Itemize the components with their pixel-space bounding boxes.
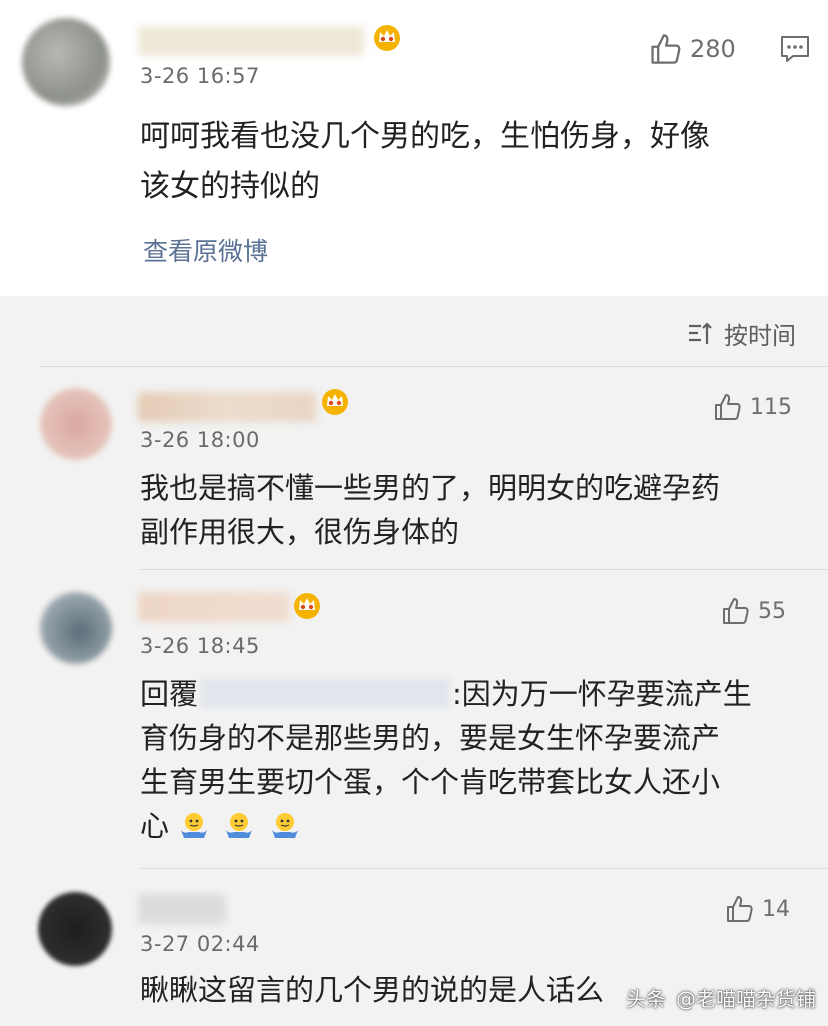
username-blurred[interactable] (138, 592, 290, 622)
thumbs-up-icon (723, 598, 749, 624)
username-blurred[interactable] (138, 392, 316, 422)
like-count: 55 (758, 598, 786, 624)
like-count: 280 (690, 35, 736, 63)
reply-text: 回覆 :因为万一怀孕要流产生 育伤身的不是那些男的，要是女生怀孕要流产 生育男生要… (140, 672, 752, 848)
username-blurred[interactable] (138, 26, 364, 56)
reply-line: 瞅瞅这留言的几个男的说的是人话么 (140, 973, 605, 1007)
sort-icon (689, 321, 712, 344)
comment-time: 3-26 16:57 (140, 64, 260, 88)
reply-last-line: 心 (140, 809, 170, 843)
comment-bubble-icon[interactable] (779, 33, 811, 65)
reply-line: 回覆 :因为万一怀孕要流产生 (140, 672, 752, 716)
reply-line: 我也是搞不懂一些男的了，明明女的吃避孕药 (140, 471, 721, 505)
reply-line: 育伤身的不是那些男的，要是女生怀孕要流产 (140, 721, 721, 755)
crown-badge-icon (294, 593, 320, 619)
watermark-prefix: 头条 (626, 987, 666, 1011)
thumbs-up-icon (727, 896, 753, 922)
like-button[interactable]: 115 (712, 392, 792, 422)
replies-section: 按时间 3-26 18:00 115 我也是搞不懂一些男的了，明明女的吃避孕药 … (0, 296, 828, 1026)
reply-text: 瞅瞅这留言的几个男的说的是人话么 (140, 968, 604, 1012)
username-blurred[interactable] (138, 894, 226, 924)
original-comment: 3-26 16:57 280 呵呵我看也没几个男的吃，生怕伤身，好像 该女的持似… (0, 0, 828, 296)
crown-badge-icon (322, 389, 348, 415)
reply-line: 副作用很大，很伤身体的 (140, 515, 460, 549)
comment-line: 呵呵我看也没几个男的吃，生怕伤身，好像 (140, 119, 710, 154)
like-button[interactable]: 280 (648, 32, 736, 66)
like-button[interactable]: 55 (720, 596, 786, 626)
shrug-emoji-icon (271, 813, 298, 838)
avatar[interactable] (40, 388, 112, 460)
crown-badge-icon (374, 25, 400, 51)
thumbs-up-icon (715, 394, 741, 420)
comment-text: 呵呵我看也没几个男的吃，生怕伤身，好像 该女的持似的 (140, 112, 710, 212)
reply-time: 3-26 18:00 (140, 428, 260, 452)
divider (140, 868, 828, 869)
watermark-account: @老喵喵杂货铺 (676, 987, 816, 1011)
divider (40, 366, 828, 367)
reply-time: 3-27 02:44 (140, 932, 260, 956)
reply-line: 生育男生要切个蛋，个个肯吃带套比女人还小 (140, 765, 721, 799)
like-button[interactable]: 14 (724, 894, 790, 924)
reply-to-username-blurred[interactable] (200, 678, 451, 708)
comment-line: 该女的持似的 (140, 169, 320, 204)
reply-time: 3-26 18:45 (140, 634, 260, 658)
avatar[interactable] (40, 592, 112, 664)
avatar[interactable] (38, 892, 112, 966)
sort-by-time-button[interactable]: 按时间 (686, 316, 796, 351)
sort-label: 按时间 (724, 322, 796, 350)
avatar[interactable] (22, 18, 110, 106)
like-count: 115 (750, 394, 792, 420)
reply-prefix: 回覆 (140, 677, 199, 711)
shrug-emoji-icon (226, 813, 253, 838)
reply-first-line-rest: :因为万一怀孕要流产生 (452, 677, 752, 711)
shrug-emoji-icon (181, 813, 208, 838)
thumbs-up-icon (651, 34, 681, 64)
watermark: 头条 @老喵喵杂货铺 (626, 983, 816, 1012)
reply-text: 我也是搞不懂一些男的了，明明女的吃避孕药 副作用很大，很伤身体的 (140, 466, 720, 554)
divider (140, 569, 828, 570)
like-count: 14 (762, 896, 790, 922)
reply-line: 心 (140, 804, 752, 848)
view-original-link[interactable]: 查看原微博 (143, 232, 268, 268)
